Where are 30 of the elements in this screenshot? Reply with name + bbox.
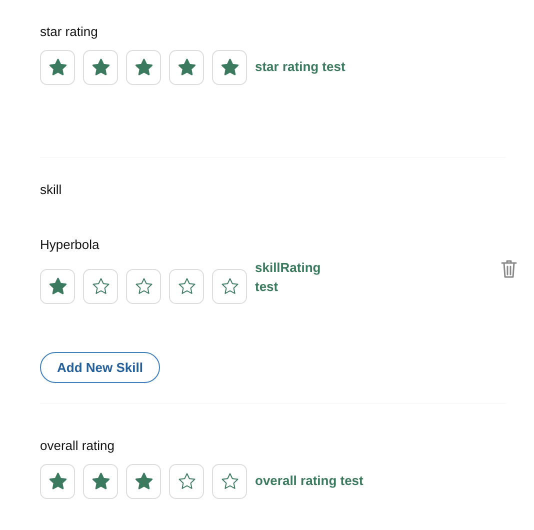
rating-box[interactable] — [212, 268, 247, 304]
rating-box[interactable] — [126, 268, 161, 304]
rating-box[interactable] — [212, 464, 247, 498]
add-skill-button[interactable]: Add New Skill — [40, 352, 160, 383]
filled-star-icon[interactable] — [48, 58, 66, 76]
empty-star-icon[interactable] — [134, 277, 152, 295]
rating-box[interactable] — [83, 268, 118, 304]
empty-star-icon[interactable] — [220, 472, 238, 490]
skill-name: Hyperbola — [40, 236, 100, 254]
filled-star-icon[interactable] — [220, 58, 238, 76]
filled-star-icon[interactable] — [48, 277, 66, 295]
filled-star-icon[interactable] — [178, 58, 196, 76]
empty-star-icon[interactable] — [92, 277, 110, 295]
rating-box[interactable] — [169, 464, 204, 498]
filled-star-icon[interactable] — [92, 58, 110, 76]
empty-star-icon[interactable] — [178, 472, 196, 490]
filled-star-icon[interactable] — [134, 58, 152, 76]
delete-icon[interactable] — [500, 258, 518, 278]
rating-caption: overall rating test — [255, 472, 364, 490]
filled-star-icon[interactable] — [92, 472, 110, 490]
section-label: overall rating — [40, 437, 116, 455]
rating-box[interactable] — [169, 268, 204, 304]
section-label: star rating — [40, 23, 99, 41]
empty-star-icon[interactable] — [178, 277, 196, 295]
empty-star-icon[interactable] — [220, 277, 238, 295]
rating-caption: skillRating test — [255, 258, 322, 296]
filled-star-icon[interactable] — [48, 472, 66, 490]
section-label: skill — [40, 180, 63, 198]
rating-caption: star rating test — [255, 58, 346, 76]
filled-star-icon[interactable] — [134, 472, 152, 490]
